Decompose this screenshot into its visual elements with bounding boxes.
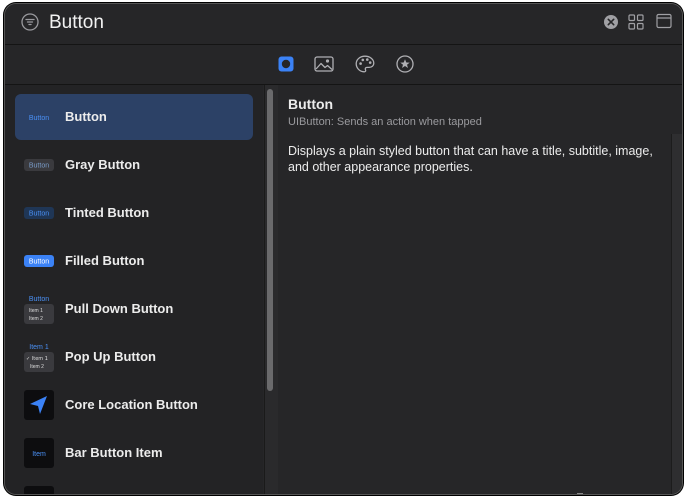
tab-colors[interactable] (353, 53, 377, 75)
list-item-button[interactable]: Button Button (15, 94, 253, 140)
detail-title: Button (288, 96, 334, 112)
svg-text:Button: Button (29, 211, 49, 218)
list-item-label: Core Location Button (65, 397, 198, 412)
bar-button-item-thumbnail-icon: Item (24, 438, 54, 468)
svg-text:Item: Item (32, 451, 46, 458)
list-item-tinted-button[interactable]: Button Tinted Button (15, 190, 253, 236)
tab-media[interactable] (312, 53, 336, 75)
detail-pane: Button UIButton: Sends an action when ta… (278, 85, 682, 494)
tinted-button-thumbnail-icon: Button (24, 207, 54, 219)
list-item-label: Pop Up Button (65, 349, 156, 364)
list-item-filled-button[interactable]: Button Filled Button (15, 238, 253, 284)
square-circle-icon (278, 56, 294, 72)
svg-text:Button: Button (29, 296, 49, 303)
library-tab-bar (5, 45, 682, 83)
svg-text:Item 1: Item 1 (29, 344, 49, 351)
list-item-partial[interactable] (15, 478, 253, 494)
list-item-label: Gray Button (65, 157, 141, 172)
filter-icon[interactable] (21, 13, 39, 31)
gray-button-thumbnail-icon: Button (24, 159, 54, 171)
search-input[interactable] (49, 9, 569, 37)
search-bar (5, 4, 682, 44)
pull-down-button-thumbnail-icon: Button Item 1 Item 2 (24, 296, 54, 324)
list-item-label: Tinted Button (65, 205, 150, 220)
tab-objects[interactable] (274, 53, 298, 75)
clear-search-icon[interactable] (603, 14, 619, 30)
svg-text:Button: Button (29, 115, 49, 122)
sidebar-scrollbar-thumb[interactable] (267, 89, 273, 391)
detail-subtitle: UIButton: Sends an action when tapped (288, 116, 482, 128)
partial-thumbnail-icon (24, 486, 54, 494)
library-window: Button Button Button Gray Button Button … (4, 3, 683, 495)
star-circle-icon (396, 55, 414, 73)
location-arrow-icon (24, 390, 54, 420)
svg-text:Button: Button (29, 163, 49, 170)
list-item-pop-up-button[interactable]: Item 1 ✓ Item 1 Item 2 Pop Up Button (15, 334, 253, 380)
filled-button-thumbnail-icon: Button (24, 255, 54, 267)
window-icon[interactable] (656, 13, 672, 29)
resize-handle[interactable] (577, 493, 583, 494)
svg-text:Item 1: Item 1 (29, 308, 43, 314)
list-item-core-location-button[interactable]: Core Location Button (15, 382, 253, 428)
svg-text:Item 2: Item 2 (29, 316, 43, 322)
list-item-label: Pull Down Button (65, 301, 174, 316)
list-item-label: Bar Button Item (65, 445, 163, 460)
detail-description: Displays a plain styled button that can … (288, 144, 653, 174)
detail-scrollbar[interactable] (671, 134, 682, 494)
list-item-gray-button[interactable]: Button Gray Button (15, 142, 253, 188)
svg-text:✓ Item 1: ✓ Item 1 (26, 356, 48, 362)
list-item-pull-down-button[interactable]: Button Item 1 Item 2 Pull Down Button (15, 286, 253, 332)
svg-text:Button: Button (29, 259, 49, 266)
palette-icon (355, 55, 375, 73)
list-item-label: Button (65, 109, 107, 124)
photo-icon (314, 56, 334, 72)
svg-text:Item 2: Item 2 (30, 364, 44, 370)
tab-modifiers[interactable] (393, 53, 417, 75)
grid-view-icon[interactable] (628, 14, 644, 30)
list-item-label: Filled Button (65, 253, 145, 268)
pop-up-button-thumbnail-icon: Item 1 ✓ Item 1 Item 2 (24, 344, 54, 372)
library-list: Button Button Button Gray Button Button … (5, 85, 263, 494)
list-item-bar-button-item[interactable]: Item Bar Button Item (15, 430, 253, 476)
button-thumbnail-icon: Button (29, 115, 49, 122)
